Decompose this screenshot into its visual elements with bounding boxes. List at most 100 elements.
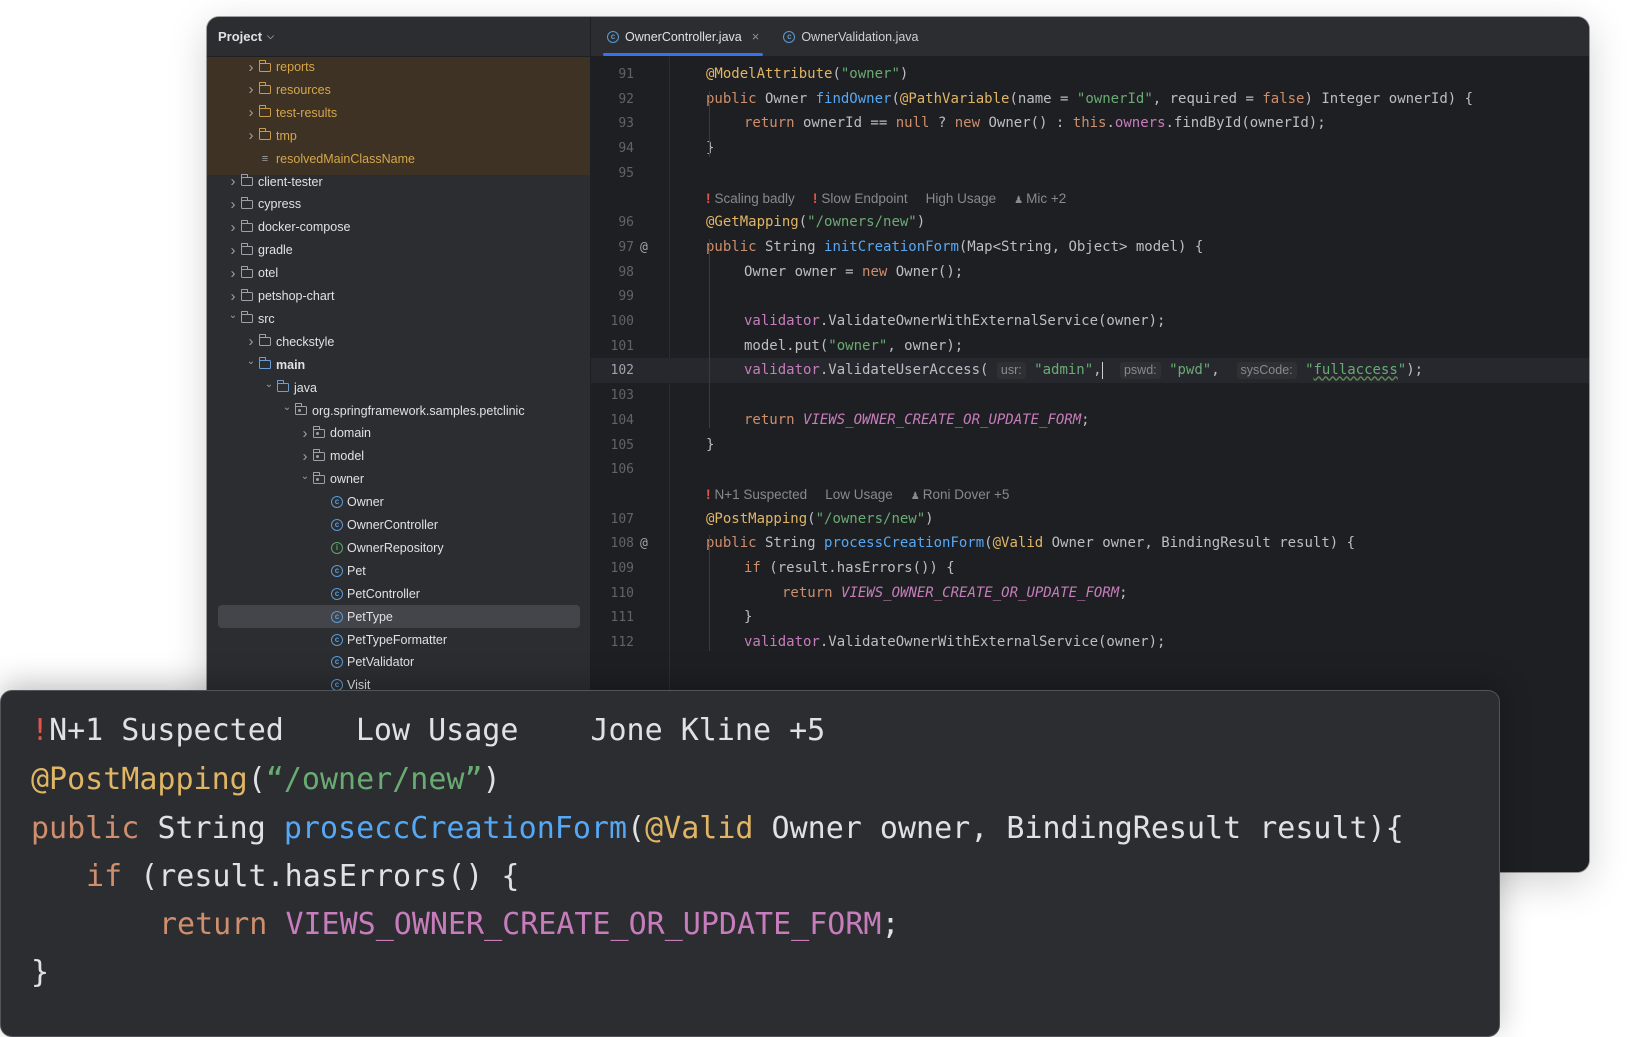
tree-item-petcontroller[interactable]: c PetController [315,583,420,605]
insight-roni-dover-5[interactable]: ♟ Roni Dover +5 [911,487,1010,502]
tree-item-resources[interactable]: › resources [243,79,331,101]
indent-guide [709,90,710,157]
package-icon [312,425,325,438]
insight-n-1-suspected[interactable]: ! N+1 Suspected [706,487,807,502]
chevron-right-icon[interactable]: › [225,288,241,305]
zoom-if-line: if (result.hasErrors() { [86,853,519,901]
tree-item-petshop-chart[interactable]: › petshop-chart [225,285,335,307]
tree-item-label: reports [276,60,315,74]
code-line: 108 @ public String processCreationForm(@V… [591,531,1589,556]
chevron-right-icon[interactable]: › [243,104,259,121]
zoom-close-brace-line: } [31,949,49,997]
code-text: } [744,609,753,626]
tab-ownercontroller-java[interactable]: c OwnerController.java × [595,17,771,56]
code-text: Owner owner = new Owner(); [744,263,964,280]
tree-item-pettype[interactable]: c PetType [315,606,393,628]
zoom-issue-label[interactable]: N+1 Suspected [49,713,284,748]
tree-item-pettypeformatter[interactable]: c PetTypeFormatter [315,629,447,651]
tree-item-pet[interactable]: c Pet [315,560,366,582]
tab-ownervalidation-java[interactable]: c OwnerValidation.java [771,17,930,56]
code-text: return ownerId == null ? new Owner() : t… [744,115,1326,132]
insight-high-usage[interactable]: High Usage [926,191,997,206]
endpoint-gutter-icon[interactable]: @ [640,531,648,556]
chevron-right-icon[interactable]: › [225,173,241,190]
insight-label: Roni Dover +5 [922,486,1010,502]
tree-item-org-springframework-samples-petclinic[interactable]: ⌄ org.springframework.samples.petclinic [279,400,525,422]
chevron-right-icon[interactable]: › [225,265,241,282]
tree-item-otel[interactable]: › otel [225,262,279,284]
chevron-down-icon[interactable]: ⌄ [243,356,259,367]
tree-item-reports[interactable]: › reports [243,57,315,78]
zoom-users-label[interactable]: Jone Kline +5 [590,713,825,748]
insight-mic-2[interactable]: ♟ Mic +2 [1014,191,1066,206]
chevron-right-icon[interactable]: › [243,333,259,350]
folder-icon [240,242,253,255]
line-number: 94 [618,141,634,157]
tree-item-model[interactable]: › model [297,445,365,467]
tree-item-tmp[interactable]: › tmp [243,125,297,147]
tree-item-java[interactable]: ⌄ java [261,377,317,399]
chevron-down-icon[interactable]: ⌄ [279,402,295,413]
class-icon: c [331,587,343,600]
tree-item-docker-compose[interactable]: › docker-compose [225,216,351,238]
tree-item-petvalidator[interactable]: c PetValidator [315,651,414,673]
source-folder-icon [276,380,289,393]
folder-icon [258,59,271,72]
code-insight-line: ! Scaling badly! Slow Endpoint High Usage ♟ M… [706,186,1084,211]
tree-item-resolvedmainclassname[interactable]: ≡ resolvedMainClassName [243,148,415,170]
error-icon: ! [706,190,711,206]
tree-item-label: PetTypeFormatter [347,632,448,647]
insight-label: High Usage [925,190,997,206]
tree-item-main[interactable]: ⌄ main [243,354,305,376]
user-icon: ♟ [910,490,920,502]
zoom-type: String [157,811,266,846]
tree-item-owner[interactable]: c Owner [315,491,384,513]
project-panel-header[interactable]: Project ⌵ [207,17,590,57]
chevron-right-icon[interactable]: › [297,448,313,465]
insight-scaling-badly[interactable]: ! Scaling badly [706,191,795,206]
insight-label: Slow Endpoint [821,190,908,206]
chevron-right-icon[interactable]: › [225,219,241,236]
code-line: 92 public Owner findOwner(@PathVariable(n… [591,87,1589,112]
tree-item-src[interactable]: ⌄ src [225,308,275,330]
code-line: 106 [591,457,1589,482]
chevron-down-icon[interactable]: ⌄ [297,471,313,482]
user-icon: ♟ [1014,194,1024,206]
chevron-down-icon[interactable]: ⌄ [225,310,241,321]
line-number: 93 [618,116,634,132]
chevron-right-icon[interactable]: › [297,425,313,442]
line-number: 95 [618,165,634,181]
code-text: @ModelAttribute("owner") [706,66,909,82]
tree-item-checkstyle[interactable]: › checkstyle [243,331,335,353]
tree-item-test-results[interactable]: › test-results [243,102,338,124]
line-number: 103 [610,388,634,404]
tree-item-ownerrepository[interactable]: i OwnerRepository [315,537,444,559]
code-line: 94} [591,136,1589,161]
tree-item-owner[interactable]: ⌄ owner [297,468,364,490]
chevron-right-icon[interactable]: › [225,196,241,213]
chevron-right-icon[interactable]: › [243,59,259,76]
zoom-usage-label[interactable]: Low Usage [356,713,519,748]
line-number: 106 [610,462,634,478]
tree-item-client-tester[interactable]: › client-tester [225,171,323,193]
insight-slow-endpoint[interactable]: ! Slow Endpoint [813,191,908,206]
chevron-down-icon[interactable]: ⌄ [261,379,277,390]
code-text: validator.ValidateUserAccess( usr: "admi… [744,361,1424,380]
endpoint-gutter-icon[interactable]: @ [640,235,648,260]
chevron-right-icon[interactable]: › [243,81,259,98]
code-text: return VIEWS_OWNER_CREATE_OR_UPDATE_FORM… [782,584,1128,601]
tree-item-gradle[interactable]: › gradle [225,239,293,261]
insight-low-usage[interactable]: Low Usage [825,487,893,502]
folder-icon [240,265,253,278]
package-icon [294,403,307,415]
tree-item-cypress[interactable]: › cypress [225,193,302,215]
chevron-right-icon[interactable]: › [225,242,241,259]
tree-item-label: client-tester [258,174,323,189]
tree-item-domain[interactable]: › domain [297,422,372,444]
tree-item-ownercontroller[interactable]: c OwnerController [315,514,438,536]
tree-item-label: model [330,449,365,464]
chevron-right-icon[interactable]: › [243,127,259,144]
code-text: public String initCreationForm(Map<Strin… [706,238,1204,255]
line-number: 108 [610,536,634,552]
close-icon[interactable]: × [752,29,760,44]
